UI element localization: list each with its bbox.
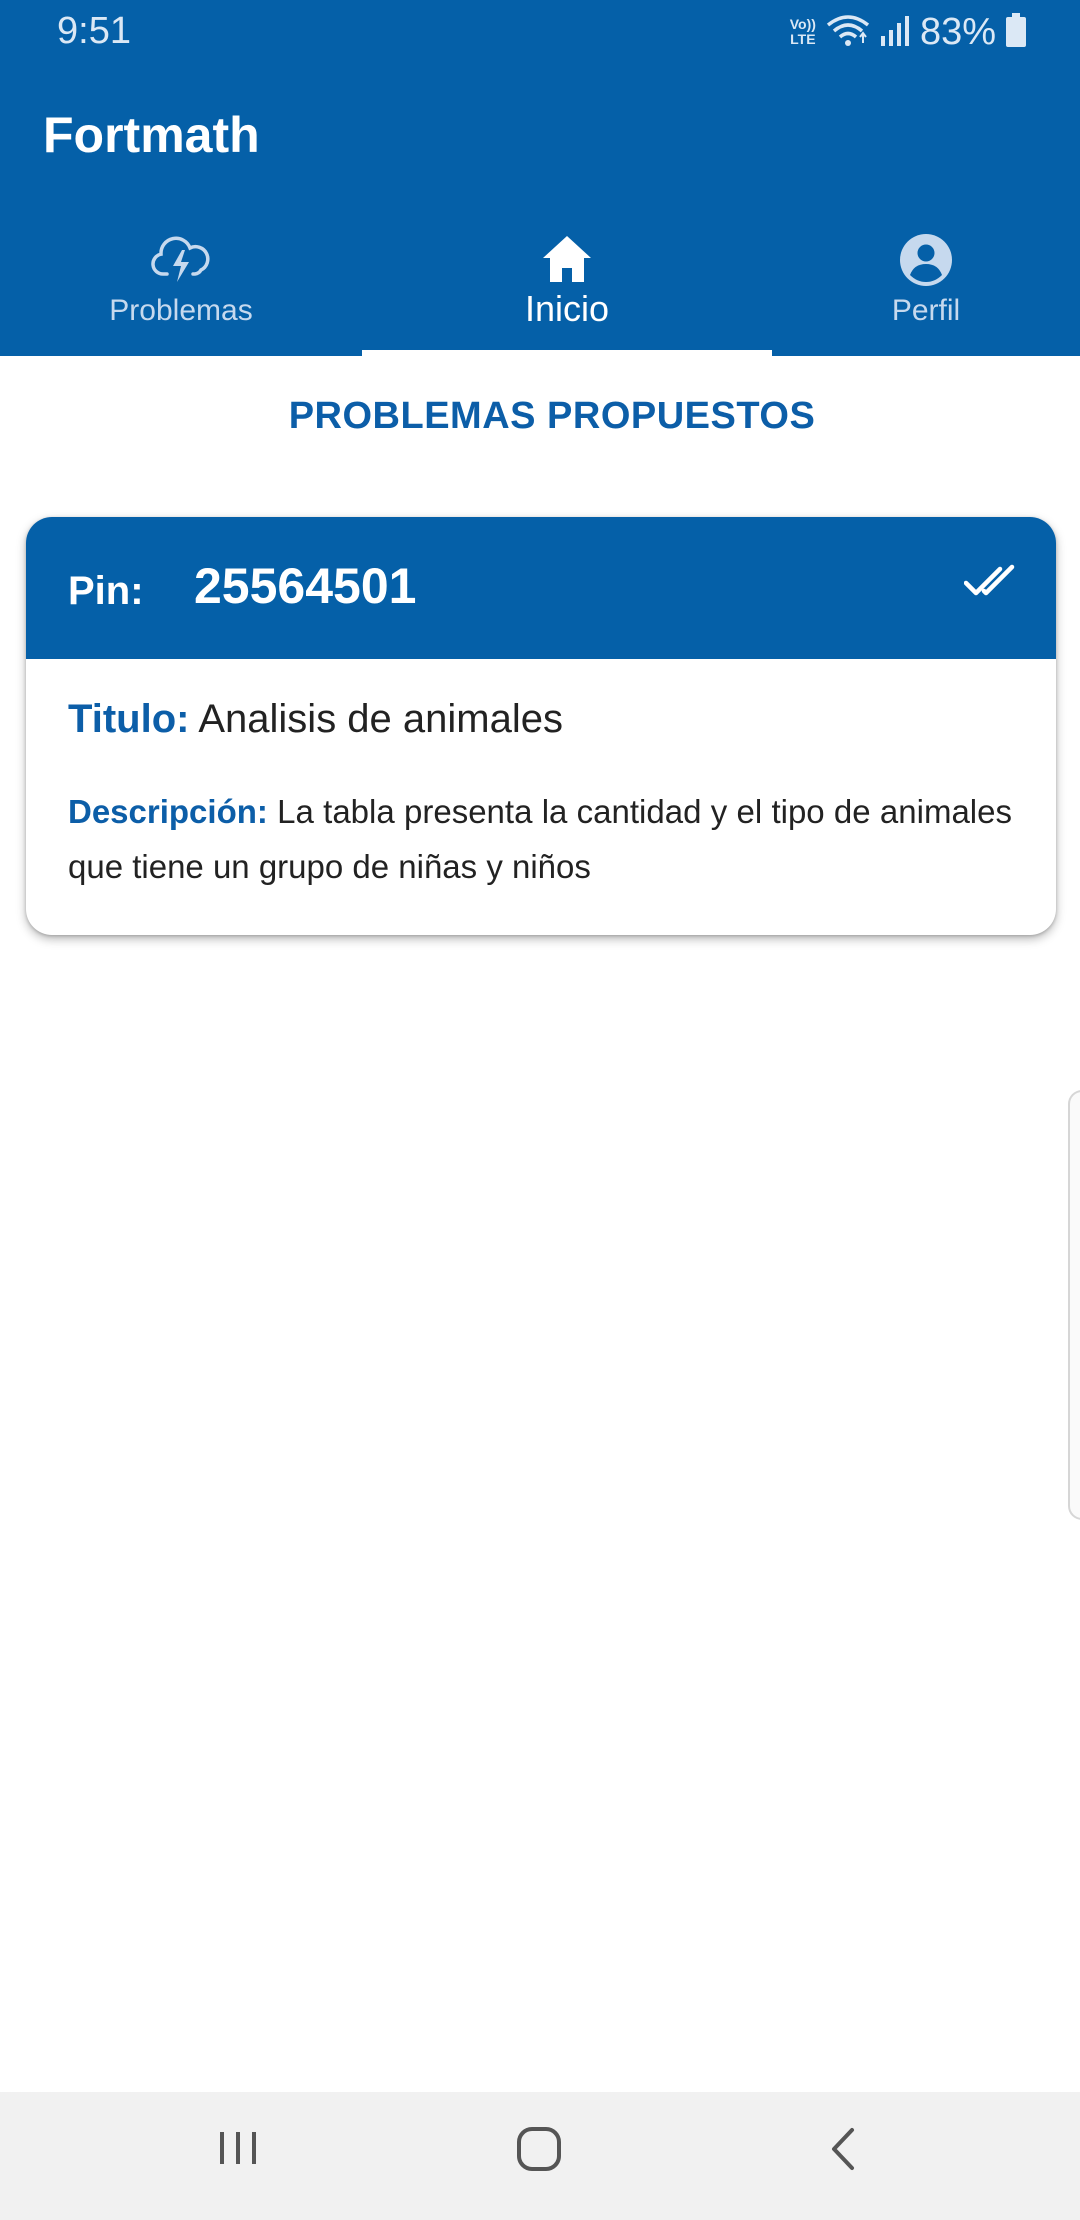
title-label: Titulo: (68, 697, 190, 741)
active-tab-indicator (362, 350, 772, 356)
app-bar: 9:51 Vo)) LTE 83% Fortmath Problemas Ini… (0, 0, 1080, 356)
status-time: 9:51 (57, 10, 131, 52)
tab-problemas[interactable]: Problemas (0, 222, 362, 356)
home-button-icon[interactable] (516, 2126, 562, 2177)
tab-perfil-label: Perfil (891, 294, 961, 327)
pin-value: 25564501 (194, 558, 417, 614)
tab-inicio[interactable]: Inicio (362, 222, 772, 356)
problem-title-line: Titulo: Analisis de animales (68, 697, 1012, 742)
problem-card[interactable]: Pin: 25564501 Titulo: Analisis de animal… (26, 517, 1056, 935)
recent-apps-icon[interactable] (216, 2126, 260, 2175)
tab-bar: Problemas Inicio Perfil (0, 222, 1080, 356)
description-label: Descripción: (68, 793, 268, 830)
account-circle-icon (900, 234, 952, 286)
battery-icon (1006, 12, 1026, 52)
problem-card-body: Titulo: Analisis de animales Descripción… (68, 697, 1012, 894)
signal-icon (880, 14, 910, 51)
wifi-icon (826, 13, 870, 52)
tab-problemas-label: Problemas (109, 294, 253, 327)
volte-bottom-label: LTE (790, 31, 816, 47)
status-bar: 9:51 Vo)) LTE 83% (0, 0, 1080, 64)
done-all-icon (963, 563, 1016, 604)
pin-label: Pin: (68, 569, 144, 613)
app-title: Fortmath (43, 107, 260, 163)
problem-title: Analisis de animales (198, 697, 563, 741)
tab-perfil[interactable]: Perfil (772, 222, 1080, 356)
volte-top-label: Vo)) (789, 16, 816, 32)
volte-indicator: Vo)) LTE (790, 17, 816, 47)
problem-card-header: Pin: 25564501 (26, 517, 1056, 659)
problem-description-line: Descripción: La tabla presenta la cantid… (68, 784, 1012, 894)
cloud-bolt-icon (151, 236, 210, 282)
status-icons: Vo)) LTE 83% (790, 10, 1026, 54)
back-icon[interactable] (824, 2126, 864, 2177)
tab-inicio-label: Inicio (524, 288, 610, 329)
battery-percent: 83% (919, 10, 996, 53)
home-icon (543, 236, 591, 282)
system-nav-bar (0, 2092, 1080, 2220)
edge-panel-handle[interactable] (1068, 1090, 1080, 1520)
section-title: PROBLEMAS PROPUESTOS (288, 395, 816, 437)
